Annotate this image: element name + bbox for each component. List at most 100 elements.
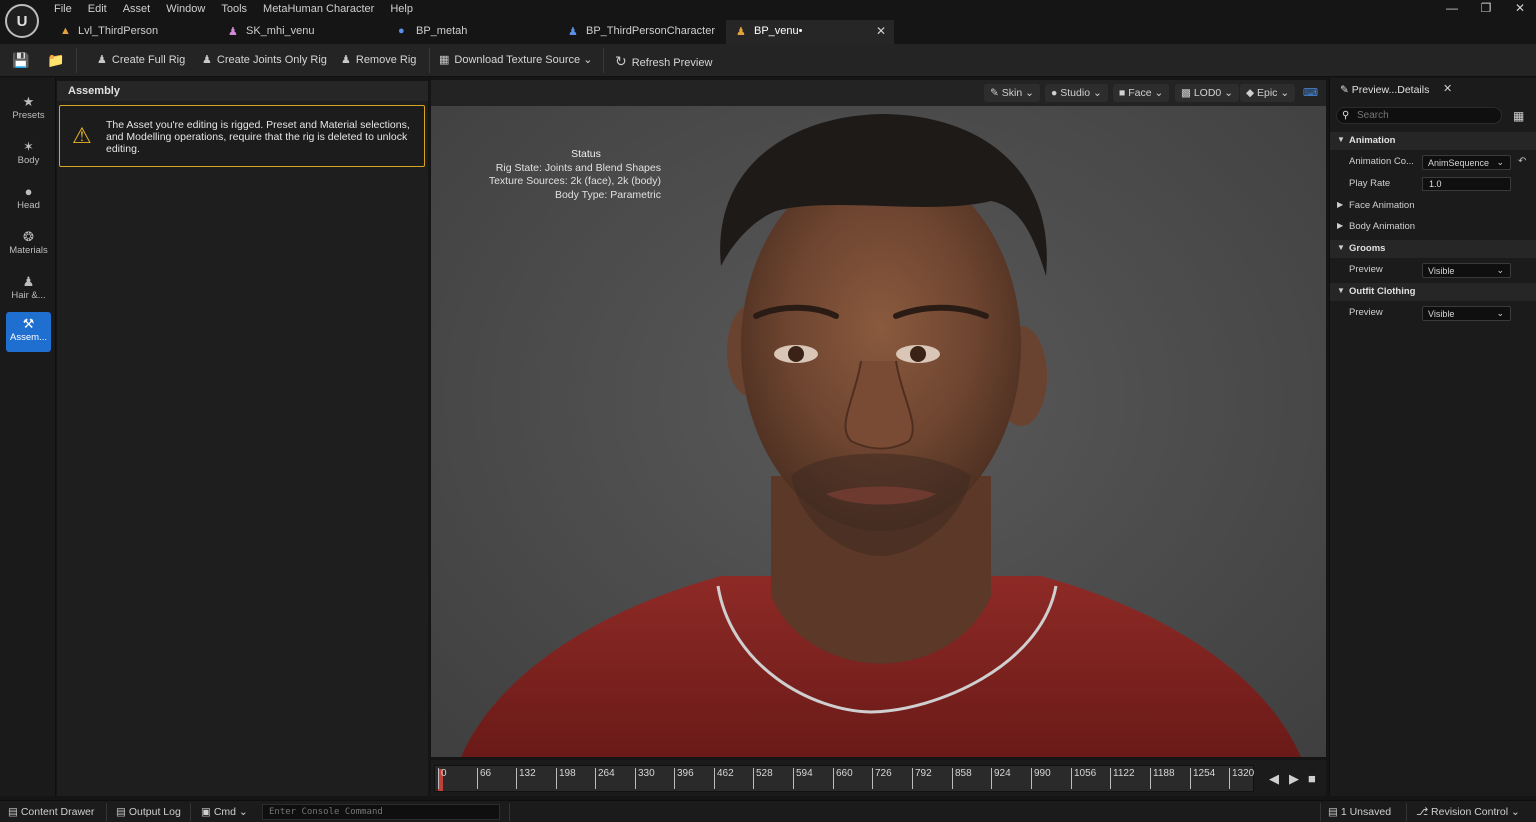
- browse-asset-icon[interactable]: 📁: [47, 52, 64, 69]
- menu-help[interactable]: Help: [382, 0, 421, 18]
- rail-item-head[interactable]: ● Head: [6, 180, 51, 220]
- output-log-label: Output Log: [128, 806, 181, 818]
- close-window-icon[interactable]: ✕: [1505, 1, 1535, 15]
- unreal-logo-icon[interactable]: U: [5, 4, 39, 38]
- revision-control-label: Revision Control: [1431, 806, 1509, 818]
- skin-dropdown[interactable]: ✎ Skin ⌄: [984, 84, 1040, 102]
- tab-sk-mhi-venu[interactable]: ♟ SK_mhi_venu: [218, 20, 388, 44]
- timeline-tick: 594: [793, 768, 813, 789]
- tab-label: Lvl_ThirdPerson: [78, 25, 159, 37]
- menu-edit[interactable]: Edit: [80, 0, 115, 18]
- close-details-icon[interactable]: ✕: [1443, 82, 1452, 95]
- timeline-tick: 66: [477, 768, 491, 789]
- chevron-down-icon: ⌄: [1496, 265, 1504, 275]
- combo-value: Visible: [1428, 266, 1455, 276]
- menu-file[interactable]: File: [46, 0, 80, 18]
- menu-window[interactable]: Window: [158, 0, 213, 18]
- texture-sources-text: Texture Sources: 2k (face), 2k (body): [488, 175, 661, 187]
- tab-label: SK_mhi_venu: [246, 25, 315, 37]
- timeline-tick: 132: [516, 768, 536, 789]
- viewport-toolbar: ✎ Skin ⌄ ● Studio ⌄ ■ Face ⌄ ▩ LOD0 ⌄ ◆ …: [431, 80, 1326, 106]
- stop-icon[interactable]: ■: [1308, 771, 1316, 786]
- timeline-tick: 1254: [1190, 768, 1215, 789]
- details-tab-title: Preview...Details: [1351, 84, 1430, 96]
- download-texture-source-button[interactable]: ▦ Download Texture Source ⌄: [439, 53, 592, 66]
- studio-dropdown[interactable]: ● Studio ⌄: [1045, 84, 1108, 102]
- console-command-field[interactable]: [262, 804, 500, 820]
- tab-bp-metah[interactable]: ● BP_metah: [388, 20, 558, 44]
- row-body-animation[interactable]: ▶ Body Animation: [1330, 217, 1536, 237]
- character-preview[interactable]: Status Rig State: Joints and Blend Shape…: [431, 106, 1326, 757]
- restore-icon[interactable]: ❐: [1471, 1, 1501, 15]
- search-input[interactable]: [1357, 109, 1497, 122]
- texture-icon: ▦: [439, 54, 450, 66]
- tab-bp-thirdpersoncharacter[interactable]: ♟ BP_ThirdPersonCharacter: [558, 20, 726, 44]
- revision-control-button[interactable]: ⎇ Revision Control ⌄: [1416, 806, 1520, 818]
- save-icon[interactable]: 💾: [12, 52, 29, 69]
- menu-asset[interactable]: Asset: [115, 0, 159, 18]
- timeline-tick: 660: [833, 768, 853, 789]
- lod-dropdown[interactable]: ▩ LOD0 ⌄: [1175, 84, 1239, 102]
- play-icon[interactable]: ▶: [1289, 771, 1299, 787]
- rail-item-assembly[interactable]: ⚒ Assem...: [6, 312, 51, 352]
- outfit-preview-combo[interactable]: Visible ⌄: [1422, 306, 1511, 321]
- unsaved-button[interactable]: ▤ 1 Unsaved: [1328, 806, 1391, 818]
- pencil-icon: ✎: [1340, 84, 1349, 96]
- rig-icon: ♟: [97, 54, 107, 66]
- play-rate-field[interactable]: 1.0: [1422, 177, 1511, 191]
- rail-item-hair[interactable]: ♟ Hair &...: [6, 270, 51, 310]
- quality-dropdown[interactable]: ◆ Epic ⌄: [1240, 84, 1296, 102]
- viewport-options-icon[interactable]: ⌨: [1297, 84, 1324, 102]
- timeline-tick: 1320: [1229, 768, 1254, 789]
- category-animation[interactable]: ▼ Animation: [1330, 132, 1536, 150]
- menu-metahuman-character[interactable]: MetaHuman Character: [255, 0, 382, 18]
- timeline-tick: 1056: [1071, 768, 1096, 789]
- property-matrix-icon[interactable]: ▦: [1513, 109, 1524, 123]
- face-dropdown[interactable]: ■ Face ⌄: [1113, 84, 1170, 102]
- rail-item-materials[interactable]: ❂ Materials: [6, 225, 51, 265]
- create-joints-only-rig-button[interactable]: ♟ Create Joints Only Rig: [202, 53, 327, 66]
- cmd-label: Cmd: [213, 806, 237, 818]
- details-panel: ✎ Preview...Details ✕ ⚲ ▦ ▼ Animation An…: [1329, 78, 1536, 796]
- console-input[interactable]: [269, 805, 499, 819]
- joints-rig-icon: ♟: [202, 54, 212, 66]
- close-tab-icon[interactable]: ✕: [876, 24, 886, 38]
- details-search[interactable]: ⚲: [1336, 107, 1502, 124]
- animation-control-combo[interactable]: AnimSequence ⌄: [1422, 155, 1511, 170]
- status-bar-divider: [1406, 803, 1407, 821]
- tab-lvl-thirdperson[interactable]: ▲ Lvl_ThirdPerson: [50, 20, 218, 44]
- branch-icon: ⎇: [1416, 806, 1429, 818]
- rail-item-body[interactable]: ✶ Body: [6, 135, 51, 175]
- content-drawer-button[interactable]: ▤ Content Drawer: [8, 806, 94, 818]
- category-label: Outfit Clothing: [1349, 286, 1416, 297]
- rig-state-text: Rig State: Joints and Blend Shapes: [495, 161, 661, 174]
- viewport[interactable]: ✎ Skin ⌄ ● Studio ⌄ ■ Face ⌄ ▩ LOD0 ⌄ ◆ …: [431, 80, 1326, 757]
- step-back-icon[interactable]: ◀: [1269, 771, 1279, 787]
- body-type-text: Body Type: Parametric: [554, 188, 661, 201]
- tab-bp-venu[interactable]: ♟ BP_venu• ✕: [726, 20, 894, 44]
- collapse-arrow-icon: ▼: [1337, 286, 1345, 295]
- cmd-dropdown[interactable]: ▣ Cmd ⌄: [201, 806, 248, 818]
- minimize-icon[interactable]: —: [1437, 1, 1467, 15]
- reset-to-default-icon[interactable]: ↶: [1518, 156, 1526, 167]
- rail-item-label: Head: [17, 200, 40, 211]
- category-outfit-clothing[interactable]: ▼ Outfit Clothing: [1330, 283, 1536, 301]
- row-face-animation[interactable]: ▶ Face Animation: [1330, 196, 1536, 216]
- timeline-ruler[interactable]: 0 66 132 198 264 330 396 462 528 594 660…: [434, 765, 1254, 792]
- timeline-tick: 924: [991, 768, 1011, 789]
- status-bar-divider: [509, 803, 510, 821]
- hair-icon: ♟: [22, 274, 35, 289]
- grooms-preview-combo[interactable]: Visible ⌄: [1422, 263, 1511, 278]
- collapse-arrow-icon: ▼: [1337, 135, 1345, 144]
- row-label: Preview: [1349, 307, 1383, 318]
- category-grooms[interactable]: ▼ Grooms: [1330, 240, 1536, 258]
- timeline-tick: 792: [912, 768, 932, 789]
- output-log-button[interactable]: ▤ Output Log: [116, 806, 181, 818]
- refresh-preview-button[interactable]: ↻ Refresh Preview: [615, 53, 712, 70]
- create-full-rig-button[interactable]: ♟ Create Full Rig: [97, 53, 185, 66]
- toolbar-divider: [76, 48, 77, 73]
- menu-tools[interactable]: Tools: [213, 0, 255, 18]
- rail-item-presets[interactable]: ★ Presets: [6, 90, 51, 130]
- remove-rig-button[interactable]: ♟ Remove Rig: [341, 53, 416, 66]
- rail-item-label: Materials: [9, 245, 48, 256]
